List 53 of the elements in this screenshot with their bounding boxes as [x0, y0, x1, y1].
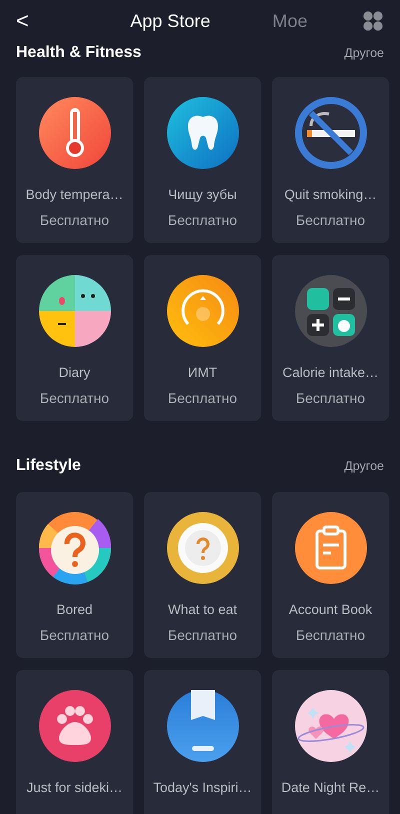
app-name: Date Night Re… [281, 779, 380, 797]
app-name: Body tempera… [26, 186, 124, 204]
app-card[interactable]: Bored Бесплатно [16, 492, 133, 658]
app-name: Just for sideki… [26, 779, 123, 797]
app-name: Today's Inspiri… [153, 779, 252, 797]
faces-icon [38, 274, 112, 348]
app-card[interactable]: What to eat Бесплатно [144, 492, 261, 658]
app-card[interactable]: Account Book Бесплатно [272, 492, 389, 658]
app-price: Бесплатно [296, 389, 366, 408]
app-name: What to eat [168, 601, 238, 619]
app-price: Бесплатно [296, 211, 366, 230]
app-card[interactable]: Body tempera… Бесплатно [16, 77, 133, 243]
grid-icon[interactable] [363, 11, 383, 31]
app-price: Бесплатно [40, 389, 110, 408]
app-card[interactable]: ИМТ Бесплатно [144, 255, 261, 421]
app-name: Diary [58, 364, 90, 382]
app-name: ИМТ [188, 364, 218, 382]
tab[interactable]: App Store [130, 8, 210, 34]
app-card[interactable]: Today's Inspiri… [144, 670, 261, 814]
clipboard-icon [294, 511, 368, 585]
app-name: Чищу зубы [168, 186, 237, 204]
bmi-gauge-icon [166, 274, 240, 348]
bookmark-icon [166, 689, 240, 763]
more-link[interactable]: Другое [344, 44, 384, 62]
hearts-planet-icon [294, 689, 368, 763]
app-card[interactable]: Date Night Re… [272, 670, 389, 814]
app-card[interactable]: Quit smoking… Бесплатно [272, 77, 389, 243]
app-card[interactable]: Calorie intake… Бесплатно [272, 255, 389, 421]
app-name: Account Book [288, 601, 372, 619]
question-wheel-icon [38, 511, 112, 585]
app-price: Бесплатно [40, 626, 110, 645]
app-price: Бесплатно [168, 211, 238, 230]
app-name: Calorie intake… [282, 364, 379, 382]
no-smoking-icon [294, 96, 368, 170]
app-price: Бесплатно [168, 389, 238, 408]
app-name: Quit smoking… [284, 186, 377, 204]
app-price: Бесплатно [296, 626, 366, 645]
app-price: Бесплатно [40, 211, 110, 230]
calculator-icon [294, 274, 368, 348]
app-name: Bored [56, 601, 93, 619]
thermometer-icon [38, 96, 112, 170]
question-plate-icon [166, 511, 240, 585]
section-title: Health & Fitness [16, 43, 142, 63]
tooth-icon [166, 96, 240, 170]
back-button[interactable]: < [10, 10, 35, 32]
app-card[interactable]: Чищу зубы Бесплатно [144, 77, 261, 243]
section-title: Lifestyle [16, 456, 81, 476]
tab[interactable]: Мое [272, 8, 308, 34]
app-card[interactable]: Just for sideki… [16, 670, 133, 814]
more-link[interactable]: Другое [344, 456, 384, 476]
app-price: Бесплатно [168, 626, 238, 645]
paw-icon [38, 689, 112, 763]
app-card[interactable]: Diary Бесплатно [16, 255, 133, 421]
